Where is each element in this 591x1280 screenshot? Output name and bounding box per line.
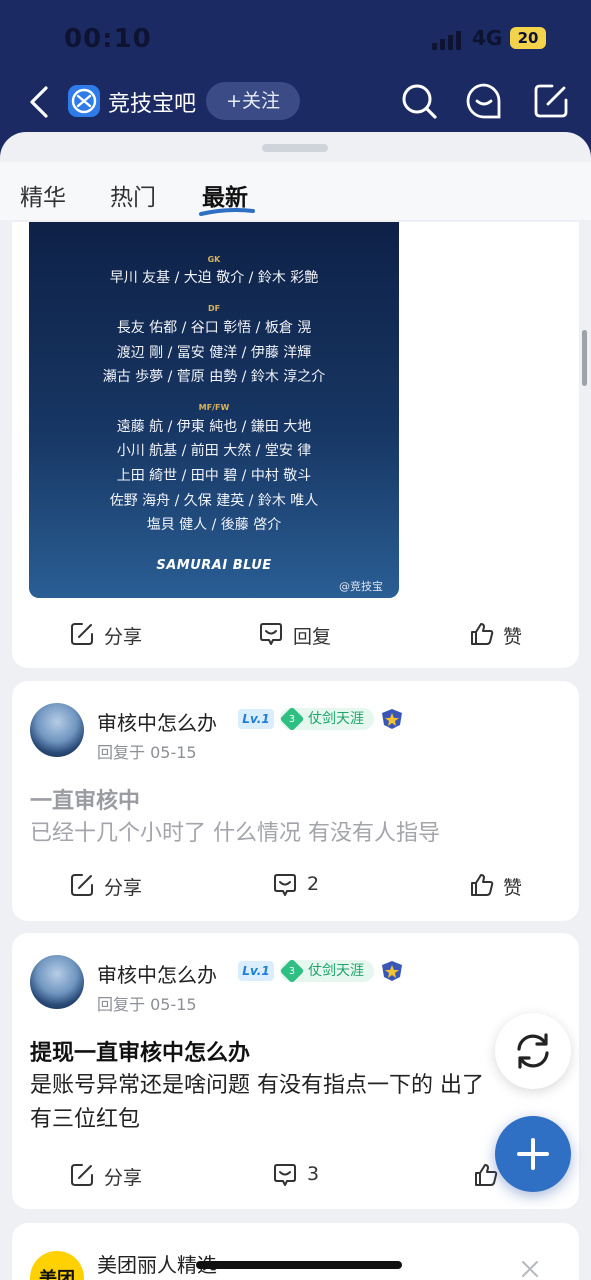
like-button[interactable]: 赞 bbox=[503, 873, 522, 900]
network-label: 4G bbox=[472, 26, 503, 50]
signal-icon bbox=[432, 30, 464, 50]
forum-title: 竞技宝吧 bbox=[108, 92, 197, 117]
reply-count[interactable]: 2 bbox=[307, 873, 319, 895]
poster-line: 小川 航基 / 前田 大然 / 堂安 律 bbox=[116, 443, 312, 459]
post-card[interactable]: GK 早川 友基 / 大迫 敬介 / 鈴木 彩艶 DF 長友 佑都 / 谷口 彰… bbox=[12, 222, 579, 668]
poster-line: 佐野 海舟 / 久保 建英 / 鈴木 唯人 bbox=[109, 493, 319, 509]
home-indicator[interactable] bbox=[196, 1261, 402, 1269]
poster-line: 遠藤 航 / 伊東 純也 / 鎌田 大地 bbox=[116, 419, 312, 435]
share-button[interactable]: 分享 bbox=[104, 873, 142, 900]
comment-icon[interactable] bbox=[273, 1163, 297, 1187]
username[interactable]: 审核中怎么办 bbox=[97, 707, 217, 736]
crest-icon bbox=[382, 961, 402, 981]
avatar[interactable] bbox=[30, 703, 84, 757]
status-time: 00:10 bbox=[64, 24, 152, 54]
reply-count[interactable]: 3 bbox=[307, 1163, 319, 1185]
like-icon[interactable] bbox=[470, 873, 494, 897]
post-card[interactable]: 审核中怎么办 Lv.1 3 仗剑天涯 回复于 05-15 一直审核中 已经十几个… bbox=[12, 681, 579, 921]
poster-section-label: GK bbox=[207, 255, 221, 264]
tab-bar: 精华 热门 最新 bbox=[0, 162, 591, 220]
plus-icon bbox=[517, 1138, 549, 1170]
battery-icon: 20 bbox=[510, 27, 546, 49]
tab-featured[interactable]: 精华 bbox=[20, 178, 66, 212]
like-icon[interactable] bbox=[470, 622, 494, 646]
share-icon[interactable] bbox=[70, 873, 94, 897]
back-icon[interactable] bbox=[26, 84, 52, 120]
sheet-grabber[interactable] bbox=[262, 144, 328, 152]
title-badge: 3 仗剑天涯 bbox=[279, 958, 374, 984]
poster-section-label: MF/FW bbox=[198, 403, 230, 412]
poster-line: 長友 佑都 / 谷口 彰悟 / 板倉 滉 bbox=[116, 320, 312, 336]
message-icon[interactable] bbox=[465, 82, 503, 120]
follow-button[interactable]: +关注 bbox=[206, 82, 300, 120]
close-icon[interactable] bbox=[520, 1259, 540, 1279]
post-title[interactable]: 提现一直审核中怎么办 bbox=[30, 1035, 250, 1067]
avatar[interactable] bbox=[30, 955, 84, 1009]
post-card[interactable]: 审核中怎么办 Lv.1 3 仗剑天涯 回复于 05-15 提现一直审核中怎么办 … bbox=[12, 933, 579, 1209]
poster-line: 早川 友基 / 大迫 敬介 / 鈴木 彩艶 bbox=[109, 270, 319, 286]
poster-brand: SAMURAI BLUE bbox=[156, 558, 272, 573]
refresh-button[interactable] bbox=[495, 1013, 571, 1089]
create-post-button[interactable] bbox=[495, 1116, 571, 1192]
poster-watermark: @竞技宝 bbox=[339, 580, 383, 593]
poster-line: 瀬古 歩夢 / 菅原 由勢 / 鈴木 淳之介 bbox=[102, 369, 326, 385]
post-meta: 回复于 05-15 bbox=[97, 743, 197, 762]
post-image[interactable]: GK 早川 友基 / 大迫 敬介 / 鈴木 彩艶 DF 長友 佑都 / 谷口 彰… bbox=[29, 222, 399, 598]
title-badge: 3 仗剑天涯 bbox=[279, 706, 374, 732]
tab-latest[interactable]: 最新 bbox=[202, 178, 248, 212]
badge-number: 3 bbox=[279, 958, 305, 984]
ad-card[interactable]: 美团 美团丽人精选 bbox=[12, 1223, 579, 1280]
forum-logo-icon bbox=[68, 85, 100, 117]
refresh-icon bbox=[517, 1033, 549, 1069]
username[interactable]: 审核中怎么办 bbox=[97, 959, 217, 988]
level-badge: Lv.1 bbox=[238, 709, 274, 729]
scrollbar[interactable] bbox=[582, 330, 587, 386]
like-button[interactable]: 赞 bbox=[503, 622, 522, 649]
comment-icon[interactable] bbox=[273, 873, 297, 897]
badge-number: 3 bbox=[279, 706, 305, 732]
level-badge: Lv.1 bbox=[238, 961, 274, 981]
share-button[interactable]: 分享 bbox=[104, 1163, 142, 1190]
post-meta: 回复于 05-15 bbox=[97, 995, 197, 1014]
feed-sheet: 精华 热门 最新 GK 早川 友基 / 大迫 敬介 / 鈴木 彩艶 DF 長友 … bbox=[0, 132, 591, 1280]
ad-logo: 美团 bbox=[30, 1251, 84, 1280]
post-body[interactable]: 是账号异常还是啥问题 有没有指点一下的 出了有三位红包 bbox=[30, 1069, 500, 1137]
share-icon[interactable] bbox=[70, 1163, 94, 1187]
tab-active-indicator bbox=[199, 208, 255, 216]
poster-line: 上田 綺世 / 田中 碧 / 中村 敬斗 bbox=[116, 468, 312, 484]
compose-icon[interactable] bbox=[532, 82, 570, 120]
comment-icon[interactable] bbox=[259, 622, 283, 646]
share-button[interactable]: 分享 bbox=[104, 622, 142, 649]
crest-icon bbox=[382, 709, 402, 729]
tab-hot[interactable]: 热门 bbox=[110, 178, 156, 212]
reply-button[interactable]: 回复 bbox=[293, 622, 331, 649]
post-body[interactable]: 已经十几个小时了 什么情况 有没有人指导 bbox=[30, 817, 530, 851]
share-icon[interactable] bbox=[70, 622, 94, 646]
poster-line: 塩貝 健人 / 後藤 啓介 bbox=[146, 517, 282, 533]
poster-line: 渡辺 剛 / 冨安 健洋 / 伊藤 洋輝 bbox=[116, 345, 312, 361]
poster-section-label: DF bbox=[207, 304, 221, 313]
post-title[interactable]: 一直审核中 bbox=[30, 783, 140, 815]
search-icon[interactable] bbox=[400, 82, 438, 120]
